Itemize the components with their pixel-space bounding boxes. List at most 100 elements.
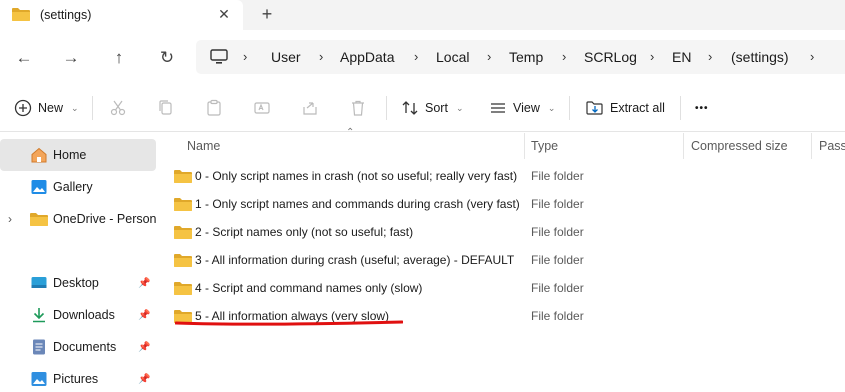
item-type: File folder: [531, 281, 584, 295]
column-header-compressed-size[interactable]: Compressed size: [691, 133, 788, 159]
folder-icon: [174, 282, 192, 295]
sidebar-item-downloads[interactable]: Downloads 📌: [0, 299, 156, 331]
item-type: File folder: [531, 169, 584, 183]
back-arrow-icon[interactable]: ←: [10, 44, 38, 72]
divider: [569, 96, 570, 120]
folder-icon: [174, 226, 192, 239]
copy-icon: [159, 100, 172, 115]
folder-icon: [30, 213, 48, 226]
pin-icon[interactable]: 📌: [138, 278, 150, 289]
this-pc-icon[interactable]: [210, 49, 228, 65]
sidebar-item-label: OneDrive - Persona: [53, 212, 156, 226]
pin-icon[interactable]: 📌: [138, 342, 150, 353]
sidebar-item-gallery[interactable]: Gallery: [0, 171, 156, 203]
column-header-type[interactable]: Type: [531, 133, 558, 159]
chevron-right-icon[interactable]: ›: [487, 49, 491, 64]
breadcrumb-settings[interactable]: (settings): [731, 49, 789, 65]
navigation-pane: Home Gallery › OneDrive - Persona Deskto…: [0, 133, 163, 392]
breadcrumb-en[interactable]: EN: [672, 49, 691, 65]
extract-all-label: Extract all: [610, 101, 665, 115]
refresh-icon[interactable]: ↻: [153, 44, 181, 72]
chevron-right-icon[interactable]: ›: [708, 49, 712, 64]
sidebar-item-label: Downloads: [53, 308, 115, 322]
chevron-right-icon[interactable]: ›: [810, 49, 814, 64]
documents-icon: [33, 339, 45, 355]
chevron-down-icon: ⌄: [547, 102, 556, 113]
file-list: ⌃ Name Type Compressed size Passw 0 - On…: [163, 127, 845, 392]
list-item[interactable]: 1 - Only script names and commands durin…: [171, 191, 845, 219]
item-name: 1 - Only script names and commands durin…: [195, 197, 520, 211]
breadcrumb-temp[interactable]: Temp: [509, 49, 543, 65]
sort-button[interactable]: Sort ⌄: [401, 97, 463, 119]
share-button[interactable]: [301, 97, 319, 119]
rename-button[interactable]: [253, 97, 271, 119]
clipboard-icon: [207, 99, 221, 116]
plus-circle-icon: [14, 99, 32, 117]
divider: [92, 96, 93, 120]
list-item[interactable]: 4 - Script and command names only (slow)…: [171, 275, 845, 303]
share-icon: [303, 102, 317, 115]
divider: [680, 96, 681, 120]
chevron-right-icon[interactable]: ›: [650, 49, 654, 64]
chevron-right-icon[interactable]: ›: [319, 49, 323, 64]
extract-all-button[interactable]: Extract all: [586, 97, 665, 119]
sidebar-item-label: Home: [53, 148, 87, 162]
pin-icon[interactable]: 📌: [138, 374, 150, 385]
more-options-button[interactable]: •••: [695, 97, 709, 119]
chevron-right-icon[interactable]: ›: [562, 49, 566, 64]
pin-icon[interactable]: 📌: [138, 310, 150, 321]
column-divider[interactable]: [524, 133, 525, 159]
breadcrumb-local[interactable]: Local: [436, 49, 469, 65]
view-button[interactable]: View ⌄: [489, 97, 555, 119]
up-arrow-icon[interactable]: ↑: [105, 44, 133, 72]
command-bar: New ⌄ Sort ⌄ View ⌄ Extract all •••: [0, 84, 845, 132]
chevron-right-icon[interactable]: ›: [243, 49, 247, 64]
column-header-name[interactable]: Name: [187, 133, 220, 159]
delete-button[interactable]: [349, 97, 367, 119]
item-type: File folder: [531, 197, 584, 211]
item-name: 2 - Script names only (not so useful; fa…: [195, 225, 414, 239]
sidebar-item-label: Documents: [53, 340, 117, 354]
sidebar-item-desktop[interactable]: Desktop 📌: [0, 267, 156, 299]
sidebar-item-documents[interactable]: Documents 📌: [0, 331, 156, 363]
forward-arrow-icon[interactable]: →: [57, 44, 85, 72]
sidebar-item-label: Pictures: [53, 372, 99, 386]
new-tab-button[interactable]: +: [256, 3, 278, 25]
sidebar-item-pictures[interactable]: Pictures 📌: [0, 363, 156, 392]
view-list-icon: [491, 103, 505, 113]
item-name: 3 - All information during crash (useful…: [195, 253, 515, 267]
breadcrumb-user[interactable]: User: [271, 49, 301, 65]
chevron-right-icon[interactable]: ›: [8, 212, 12, 226]
new-button[interactable]: New ⌄: [14, 97, 79, 119]
sidebar-item-onedrive[interactable]: › OneDrive - Persona: [0, 203, 156, 235]
close-tab-icon[interactable]: ✕: [214, 4, 234, 24]
chevron-down-icon: ⌄: [71, 102, 79, 113]
list-item[interactable]: 0 - Only script names in crash (not so u…: [171, 163, 845, 191]
desktop-icon: [31, 277, 47, 288]
sort-ascending-icon: ⌃: [346, 127, 355, 138]
address-bar[interactable]: › User › AppData › Local › Temp › SCRLog…: [196, 40, 845, 74]
divider: [386, 96, 387, 120]
breadcrumb-scrlog[interactable]: SCRLog: [584, 49, 637, 65]
sidebar-item-home[interactable]: Home: [0, 139, 156, 171]
home-icon: [31, 147, 47, 163]
column-divider[interactable]: [683, 133, 684, 159]
sidebar-item-label: Desktop: [53, 276, 99, 290]
list-item[interactable]: 3 - All information during crash (useful…: [171, 247, 845, 275]
chevron-right-icon[interactable]: ›: [414, 49, 418, 64]
item-name: 4 - Script and command names only (slow): [195, 281, 423, 295]
tab-settings[interactable]: (settings) ✕: [0, 0, 243, 30]
cut-button[interactable]: [109, 97, 127, 119]
folder-icon: [174, 170, 192, 183]
column-divider[interactable]: [811, 133, 812, 159]
list-item[interactable]: 5 - All information always (very slow) F…: [171, 303, 845, 331]
folder-icon: [12, 8, 30, 21]
breadcrumb-appdata[interactable]: AppData: [340, 49, 394, 65]
column-header-password[interactable]: Passw: [819, 133, 845, 159]
scissors-icon: [110, 100, 126, 116]
copy-button[interactable]: [157, 97, 175, 119]
view-label: View: [513, 101, 540, 115]
paste-button[interactable]: [205, 97, 223, 119]
list-item[interactable]: 2 - Script names only (not so useful; fa…: [171, 219, 845, 247]
navigation-bar: ← → ↑ ↻ › User › AppData › Local › Temp …: [0, 30, 845, 84]
